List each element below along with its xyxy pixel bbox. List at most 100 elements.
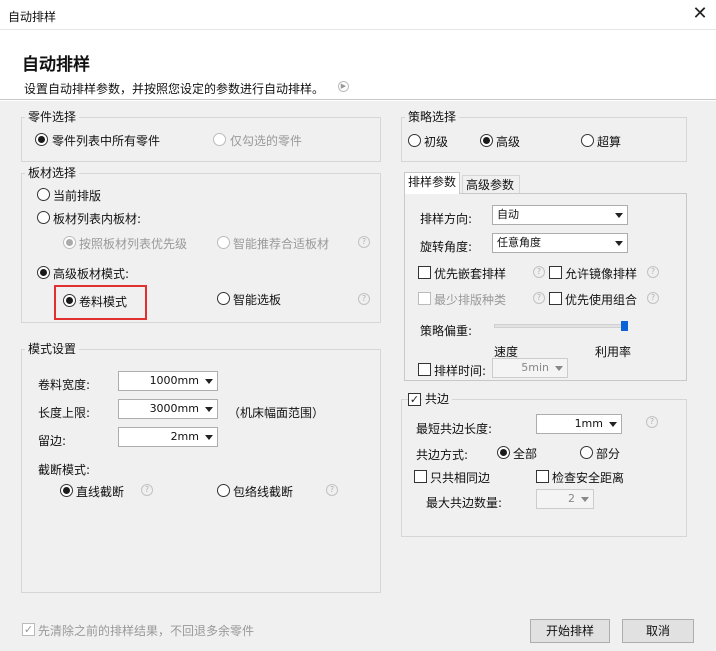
bias-slider-thumb[interactable]: [621, 321, 628, 331]
all-parts-label[interactable]: 零件列表中所有零件: [52, 132, 160, 149]
time-value: 5min: [521, 361, 549, 374]
help-icon[interactable]: ?: [646, 416, 658, 428]
list-sheet-radio[interactable]: [37, 211, 50, 224]
coil-mode-label[interactable]: 卷料模式: [79, 293, 127, 310]
tab-advanced-params-label: 高级参数: [466, 178, 515, 192]
cut-mode-label: 截断模式:: [38, 463, 91, 477]
min-length-select[interactable]: 1mm: [536, 414, 622, 434]
max-count-select: 2: [536, 489, 594, 509]
direction-select[interactable]: 自动: [492, 205, 628, 225]
combo-first-label[interactable]: 优先使用组合: [565, 291, 637, 308]
strategy-advanced-radio[interactable]: [480, 134, 493, 147]
checked-parts-label: 仅勾选的零件: [230, 134, 303, 148]
smart-select-radio[interactable]: [217, 292, 230, 305]
min-length-value: 1mm: [574, 417, 603, 430]
envelope-cut-label[interactable]: 包络线截断: [233, 483, 293, 500]
mode-label: 共边方式:: [416, 448, 469, 462]
smart-select-label[interactable]: 智能选板: [233, 291, 281, 308]
help-icon[interactable]: ?: [533, 266, 545, 278]
advanced-mode-label[interactable]: 高级板材模式:: [53, 265, 129, 282]
part-selection-legend: 零件选择: [25, 110, 80, 124]
coil-width-value: 1000mm: [149, 374, 199, 387]
nest-first-label[interactable]: 优先嵌套排样: [434, 265, 506, 282]
strategy-super-radio[interactable]: [581, 134, 594, 147]
help-icon[interactable]: ?: [533, 292, 545, 304]
length-limit-note: （机床幅面范围）: [228, 406, 325, 420]
length-limit-label: 长度上限:: [38, 406, 91, 420]
help-icon[interactable]: ?: [647, 266, 659, 278]
envelope-cut-radio[interactable]: [217, 484, 230, 497]
mode-all-radio[interactable]: [497, 446, 510, 459]
check-safe-checkbox[interactable]: [536, 470, 549, 483]
same-only-checkbox[interactable]: [414, 470, 427, 483]
list-sheet-label[interactable]: 板材列表内板材:: [53, 210, 141, 227]
straight-cut-radio[interactable]: [60, 484, 73, 497]
title-bar: 自动排样 ✕: [0, 0, 716, 30]
chevron-down-icon: [205, 379, 213, 384]
min-types-checkbox: [418, 292, 431, 305]
min-length-label: 最短共边长度:: [416, 422, 493, 436]
chevron-down-icon: [615, 241, 623, 246]
coil-width-label: 卷料宽度:: [38, 378, 91, 392]
strategy-beginner-radio[interactable]: [408, 134, 421, 147]
help-icon[interactable]: ?: [647, 292, 659, 304]
margin-value: 2mm: [170, 430, 199, 443]
margin-select[interactable]: 2mm: [118, 427, 218, 447]
advanced-mode-radio[interactable]: [37, 266, 50, 279]
help-icon[interactable]: ?: [141, 484, 153, 496]
bias-right-label: 利用率: [595, 345, 632, 359]
strategy-advanced-label[interactable]: 高级: [496, 133, 520, 150]
clear-previous-label: 先清除之前的排样结果，不回退多余零件: [38, 624, 255, 638]
margin-label: 留边:: [38, 434, 67, 448]
common-edge-checkbox[interactable]: ✓: [408, 393, 421, 406]
rotation-label: 旋转角度:: [420, 240, 473, 254]
start-nesting-button[interactable]: 开始排样: [530, 619, 610, 643]
tab-params-label: 排样参数: [408, 175, 457, 189]
check-safe-label[interactable]: 检查安全距离: [552, 469, 624, 486]
coil-mode-radio[interactable]: [63, 294, 76, 307]
min-types-label: 最少排版种类: [434, 293, 507, 307]
chevron-down-icon: [609, 422, 617, 427]
by-priority-radio: [63, 236, 76, 249]
strategy-beginner-label[interactable]: 初级: [424, 133, 448, 150]
time-checkbox[interactable]: [418, 363, 431, 376]
mode-settings-legend: 模式设置: [25, 342, 80, 356]
mode-all-label[interactable]: 全部: [513, 445, 537, 462]
page-subtitle: 设置自动排样参数，并按照您设定的参数进行自动排样。: [24, 82, 325, 96]
strategy-super-label[interactable]: 超算: [597, 133, 621, 150]
mode-partial-label[interactable]: 部分: [596, 445, 620, 462]
play-icon[interactable]: ▶: [338, 81, 349, 92]
length-limit-select[interactable]: 3000mm: [118, 399, 218, 419]
tab-advanced-params[interactable]: 高级参数: [462, 175, 520, 195]
allow-mirror-checkbox[interactable]: [549, 266, 562, 279]
mode-partial-radio[interactable]: [580, 446, 593, 459]
clear-previous-checkbox: ✓: [22, 623, 35, 636]
rotation-value: 任意角度: [497, 236, 541, 249]
current-layout-label[interactable]: 当前排版: [53, 187, 101, 204]
window-title: 自动排样: [8, 10, 57, 24]
allow-mirror-label[interactable]: 允许镜像排样: [565, 265, 637, 282]
nest-first-checkbox[interactable]: [418, 266, 431, 279]
straight-cut-label[interactable]: 直线截断: [76, 483, 124, 500]
direction-value: 自动: [497, 208, 519, 221]
same-only-label[interactable]: 只共相同边: [430, 469, 490, 486]
by-priority-label: 按照板材列表优先级: [79, 237, 188, 251]
combo-first-checkbox[interactable]: [549, 292, 562, 305]
coil-width-select[interactable]: 1000mm: [118, 371, 218, 391]
time-select: 5min: [492, 358, 568, 378]
close-icon[interactable]: ✕: [688, 2, 712, 26]
help-icon[interactable]: ?: [358, 236, 370, 248]
chevron-down-icon: [581, 497, 589, 502]
help-icon[interactable]: ?: [358, 293, 370, 305]
common-edge-legend[interactable]: 共边: [422, 392, 453, 406]
rotation-select[interactable]: 任意角度: [492, 233, 628, 253]
tab-params[interactable]: 排样参数: [404, 172, 460, 194]
time-label[interactable]: 排样时间:: [434, 362, 486, 379]
all-parts-radio[interactable]: [35, 133, 48, 146]
bias-slider-track[interactable]: [494, 324, 628, 328]
current-layout-radio[interactable]: [37, 188, 50, 201]
help-icon[interactable]: ?: [326, 484, 338, 496]
direction-label: 排样方向:: [420, 212, 473, 226]
cancel-button[interactable]: 取消: [622, 619, 694, 643]
cancel-label: 取消: [645, 624, 670, 638]
